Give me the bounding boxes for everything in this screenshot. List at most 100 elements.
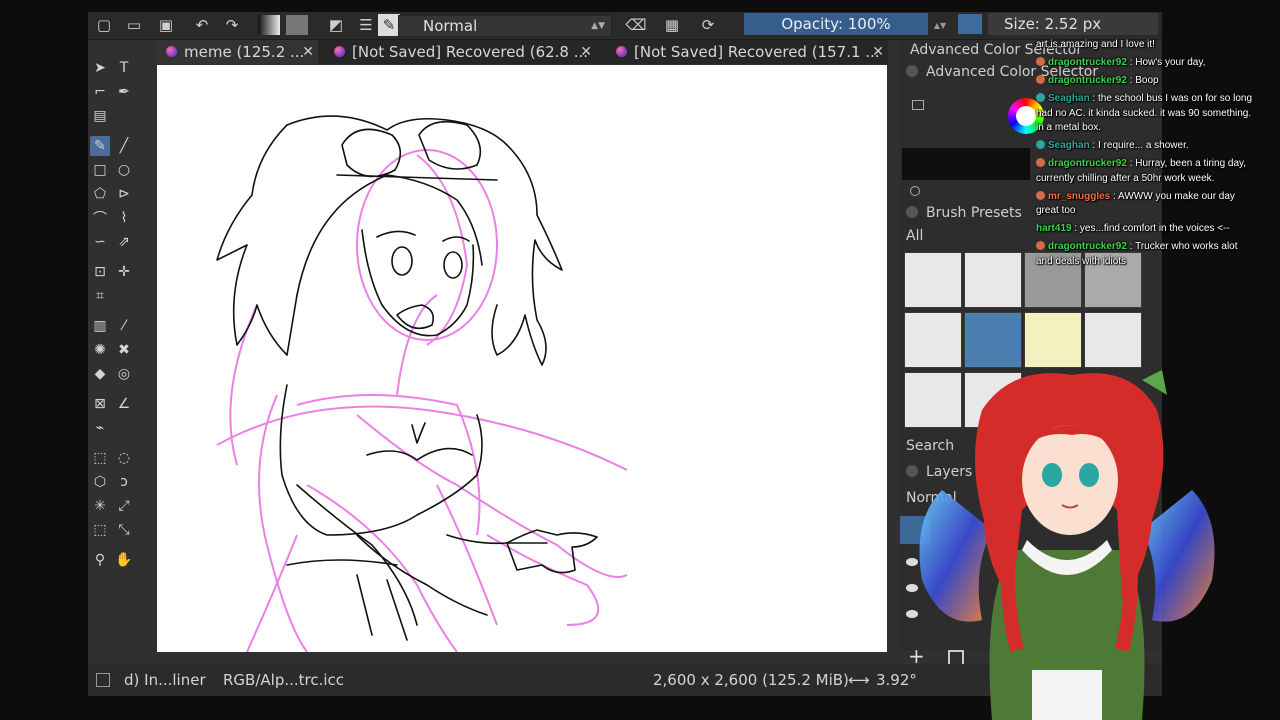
badge-icon: [1036, 241, 1045, 250]
edit-shapes-icon[interactable]: ⌐: [90, 82, 110, 102]
contiguous-select-icon[interactable]: ✳: [90, 496, 110, 516]
config-icon[interactable]: [912, 100, 924, 110]
chat-username: Seaghan: [1048, 93, 1090, 104]
enclose-fill-icon[interactable]: ◎: [114, 364, 134, 384]
calligraphy-icon[interactable]: ✒: [114, 82, 134, 102]
move-tool-icon[interactable]: ✛: [114, 262, 134, 282]
chat-text: Boop: [1135, 75, 1159, 86]
assistant-tool-icon[interactable]: ✖: [114, 340, 134, 360]
drawing-canvas[interactable]: [157, 65, 887, 652]
brush-filter-select[interactable]: All: [906, 228, 923, 244]
redo-icon[interactable]: ↷: [220, 14, 244, 36]
reference-icon[interactable]: ▤: [90, 106, 110, 126]
brush-preset-icon[interactable]: ✎: [378, 14, 400, 36]
new-document-icon[interactable]: ▢: [92, 14, 116, 36]
brush-preset-graphite[interactable]: [964, 252, 1022, 308]
freehand-select-icon[interactable]: ↄ: [114, 472, 134, 492]
polygon-tool-icon[interactable]: ⬠: [90, 184, 110, 204]
tab-label: [Not Saved] Recovered (62.8 ...: [352, 43, 589, 61]
alpha-lock-icon[interactable]: ▦: [660, 14, 684, 36]
chevron-down-icon: ▲▼: [591, 21, 605, 31]
chat-message: dragontrucker92 : Hurray, been a tiring …: [1036, 158, 1247, 184]
fill-tool-icon[interactable]: ◆: [90, 364, 110, 384]
document-tabs: meme (125.2 ... ✕ [Not Saved] Recovered …: [158, 40, 888, 64]
close-icon[interactable]: ✕: [580, 40, 592, 64]
chat-username: hart419: [1036, 223, 1072, 234]
opacity-slider[interactable]: Opacity: 100%: [744, 13, 928, 35]
eraser-icon[interactable]: ⌫: [624, 14, 648, 36]
bezier-tool-icon[interactable]: ⌒: [90, 208, 110, 228]
refresh-icon[interactable]: [910, 186, 920, 196]
zoom-tool-icon[interactable]: ⚲: [90, 550, 110, 570]
freehand-path-icon[interactable]: ⌇: [114, 208, 134, 228]
tab-recovered-1[interactable]: [Not Saved] Recovered (62.8 ... ✕: [326, 40, 596, 64]
brush-preset-pen[interactable]: [1084, 312, 1142, 368]
ellipse-tool-icon[interactable]: ○: [114, 160, 134, 180]
color-picker-icon[interactable]: ⁄: [114, 316, 134, 336]
line-tool-icon[interactable]: ╱: [114, 136, 134, 156]
chat-username: dragontrucker92: [1048, 241, 1127, 252]
polyline-tool-icon[interactable]: ⊳: [114, 184, 134, 204]
transform-icon[interactable]: ⊡: [90, 262, 110, 282]
close-icon[interactable]: ✕: [872, 40, 884, 64]
brush-settings-icon[interactable]: ☰: [354, 14, 378, 36]
chat-username: dragontrucker92: [1048, 75, 1127, 86]
rect-select-icon[interactable]: ⬚: [90, 448, 110, 468]
text-tool-icon[interactable]: T: [114, 58, 134, 78]
chat-text: yes...find comfort in the voices <--: [1079, 223, 1230, 234]
opacity-spin-icon[interactable]: ▲▼: [928, 14, 952, 36]
crop-tool-icon[interactable]: ⌗: [90, 286, 110, 306]
gradient-icon[interactable]: [258, 15, 280, 35]
tab-recovered-2[interactable]: [Not Saved] Recovered (157.1 ... ✕: [608, 40, 888, 64]
reload-preset-icon[interactable]: ⟳: [696, 14, 720, 36]
color-swap-icon[interactable]: ◩: [324, 14, 348, 36]
polygon-select-icon[interactable]: ⬡: [90, 472, 110, 492]
dynamic-brush-icon[interactable]: ∽: [90, 232, 110, 252]
open-folder-icon[interactable]: ▭: [122, 14, 146, 36]
top-toolbar: ▢ ▭ ▣ ↶ ↷ ◩ ☰ ✎ Normal ▲▼ ⌫ ▦ ⟳ Opacity:…: [88, 12, 1162, 40]
brush-preset-ink[interactable]: [904, 312, 962, 368]
sketch-artwork: [216, 115, 628, 652]
toolbox: ➤ T ⌐ ✒ ▤ ✎ ╱ □ ○ ⬠ ⊳ ⌒ ⌇ ∽ ⇗ ⊡ ✛ ⌗ ▥ ⁄ …: [88, 52, 152, 592]
multibrush-icon[interactable]: ⇗: [114, 232, 134, 252]
save-icon[interactable]: ▣: [154, 14, 178, 36]
pan-tool-icon[interactable]: ✋: [114, 550, 134, 570]
rectangle-tool-icon[interactable]: □: [90, 160, 110, 180]
size-slider[interactable]: Size: 2.52 px: [988, 13, 1158, 35]
freehand-brush-icon[interactable]: ✎: [90, 136, 110, 156]
brush-presets-title: Brush Presets: [926, 205, 1022, 221]
similar-select-icon[interactable]: ⤢: [114, 496, 134, 516]
brush-presets-header[interactable]: Brush Presets: [906, 205, 1022, 221]
blend-mode-select[interactable]: Normal ▲▼: [398, 15, 612, 37]
magnetic-select-icon[interactable]: ⤡: [114, 520, 134, 540]
tab-label: meme (125.2 ...: [184, 43, 305, 61]
color-history[interactable]: [902, 148, 1030, 180]
badge-icon: [1036, 140, 1045, 149]
smart-patch-icon[interactable]: ✺: [90, 340, 110, 360]
chat-message: Seaghan : I require... a shower.: [1036, 139, 1256, 154]
reference-images-icon[interactable]: ⌁: [90, 418, 110, 438]
tab-meme[interactable]: meme (125.2 ... ✕: [158, 40, 318, 64]
tab-label: [Not Saved] Recovered (157.1 ...: [634, 43, 880, 61]
chat-username: dragontrucker92: [1048, 57, 1127, 68]
brush-name: d) In...liner: [124, 671, 206, 689]
rotation-value[interactable]: 3.92°: [876, 671, 917, 689]
chat-message: art is amazing and I love it!: [1036, 38, 1256, 53]
collapse-icon[interactable]: [906, 206, 918, 218]
collapse-icon[interactable]: [906, 65, 918, 77]
ellipse-select-icon[interactable]: ◌: [114, 448, 134, 468]
brush-preset-fineliner[interactable]: [964, 312, 1022, 368]
size-indicator: [958, 14, 982, 34]
chat-text: How's your day,: [1135, 57, 1206, 68]
brush-preset-pencil[interactable]: [904, 252, 962, 308]
assistant-grid-icon[interactable]: ⊠: [90, 394, 110, 414]
select-shapes-icon[interactable]: ➤: [90, 58, 110, 78]
chat-text: art is amazing and I love it!: [1036, 39, 1155, 50]
close-icon[interactable]: ✕: [302, 40, 314, 64]
bezier-select-icon[interactable]: ⬚: [90, 520, 110, 540]
measure-tool-icon[interactable]: ∠: [114, 394, 134, 414]
pattern-icon[interactable]: [286, 15, 308, 35]
brush-preset-marker[interactable]: [1024, 312, 1082, 368]
undo-icon[interactable]: ↶: [190, 14, 214, 36]
gradient-tool-icon[interactable]: ▥: [90, 316, 110, 336]
